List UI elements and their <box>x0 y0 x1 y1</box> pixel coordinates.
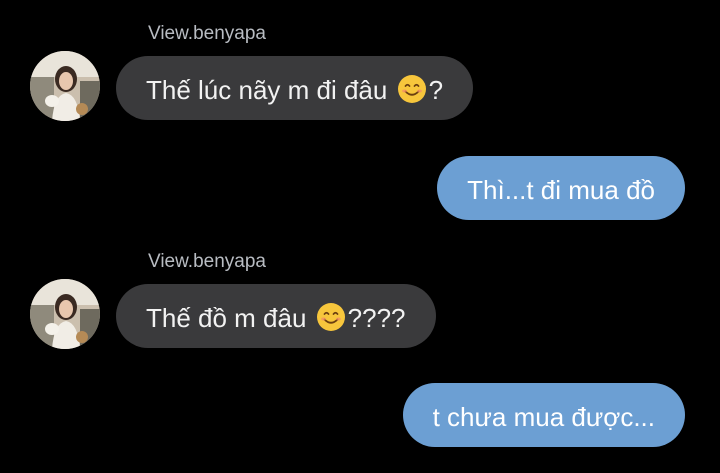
outgoing-message-bubble[interactable]: t chưa mua được... <box>402 383 685 447</box>
message-text: Thế đồ m đâu <box>146 303 307 334</box>
avatar-photo <box>30 279 100 349</box>
message-text-suffix: ???? <box>347 303 406 334</box>
outgoing-message-bubble[interactable]: Thì...t đi mua đồ <box>437 156 685 220</box>
message-text: Thế lúc nãy m đi đâu <box>146 75 388 106</box>
message-text: Thì...t đi mua đồ <box>467 175 655 206</box>
avatar-photo <box>30 51 100 121</box>
incoming-message-bubble[interactable]: Thế đồ m đâu ???? <box>116 284 436 348</box>
message-text: t chưa mua được... <box>432 402 655 433</box>
sender-name: View.benyapa <box>148 251 266 272</box>
smiling-face-icon <box>316 302 346 332</box>
smiling-face-icon <box>397 74 427 104</box>
message-text-suffix: ? <box>428 75 444 106</box>
avatar[interactable] <box>30 279 100 349</box>
avatar[interactable] <box>30 51 100 121</box>
sender-name: View.benyapa <box>148 23 266 44</box>
incoming-message-bubble[interactable]: Thế lúc nãy m đi đâu ? <box>116 56 474 120</box>
